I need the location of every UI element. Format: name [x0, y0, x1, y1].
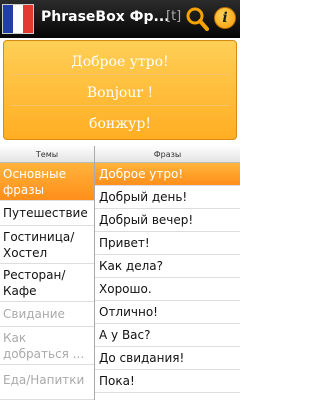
search-icon[interactable] — [185, 6, 209, 32]
topic-item[interactable]: Как добраться ... — [0, 327, 94, 365]
phrase-item[interactable]: До свидания! — [95, 347, 240, 370]
phrase-item[interactable]: Привет! — [95, 232, 240, 255]
topic-label: Гостиница/ Хостел — [3, 229, 75, 260]
phrase-item[interactable]: Доброе утро! — [95, 163, 240, 186]
topic-item[interactable]: Свидание — [0, 302, 94, 327]
translation-panel: Доброе утро! Bonjour ! бонжур! — [3, 40, 237, 140]
transliteration-text: бонжур! — [89, 116, 151, 132]
topic-label: Ресторан/ Кафе — [3, 267, 66, 298]
topic-item[interactable]: Гостиница/ Хостел — [0, 226, 94, 264]
topics-header: Темы — [0, 146, 94, 163]
transliteration-toggle[interactable]: [t] — [166, 9, 181, 24]
phrase-item[interactable]: А у Вас? — [95, 324, 240, 347]
phrase-item[interactable]: Как дела? — [95, 255, 240, 278]
french-flag-icon[interactable] — [2, 4, 34, 34]
phrase-item[interactable]: Отлично! — [95, 301, 240, 324]
phrase-item[interactable]: Добрый день! — [95, 186, 240, 209]
topic-item[interactable]: Ресторан/ Кафе — [0, 264, 94, 302]
info-icon[interactable]: i — [214, 7, 236, 29]
phrases-header: Фразы — [95, 146, 240, 163]
topic-label: Как добраться ... — [3, 330, 85, 361]
phrase-item[interactable]: Пока! — [95, 370, 240, 393]
topic-label: Основные фразы — [3, 166, 67, 197]
app-title: PhraseBox Фр... — [41, 9, 170, 25]
topic-item[interactable]: Путешествие — [0, 201, 94, 226]
topic-label: Еда/Напитки — [3, 373, 85, 387]
topic-label: Свидание — [3, 307, 65, 321]
phrase-item[interactable]: Добрый вечер! — [95, 209, 240, 232]
divider — [10, 105, 230, 106]
divider — [10, 74, 230, 75]
topic-item[interactable]: Еда/Напитки — [0, 365, 94, 400]
title-bar: PhraseBox Фр... [t] i — [0, 0, 240, 38]
french-text: Bonjour ! — [86, 85, 154, 101]
topic-item[interactable]: Основные фразы — [0, 163, 94, 201]
topic-label: Путешествие — [3, 206, 88, 220]
phrase-item[interactable]: Хорошо. — [95, 278, 240, 301]
russian-text: Доброе утро! — [71, 54, 169, 70]
